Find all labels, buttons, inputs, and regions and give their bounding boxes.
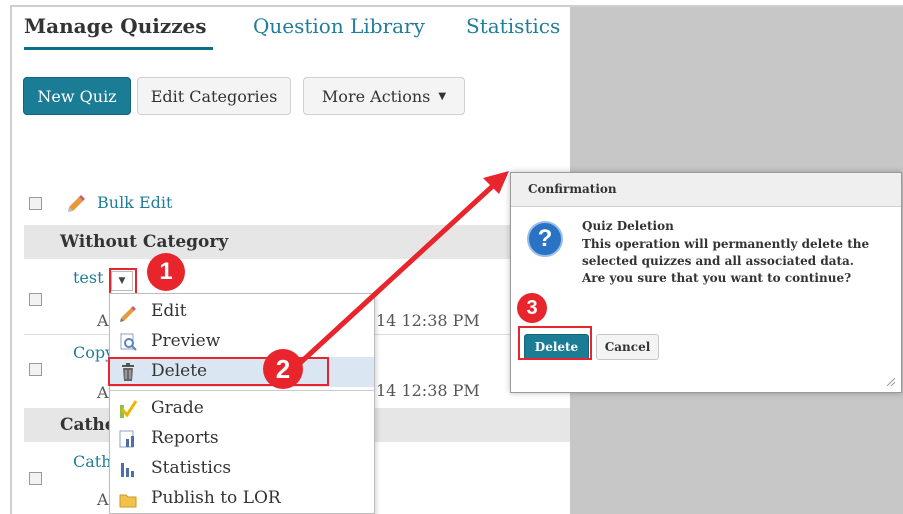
quiz-date-test: 14 12:38 PM bbox=[376, 311, 480, 330]
more-actions-button[interactable]: More Actions ▼ bbox=[303, 77, 465, 115]
quiz-context-menu: Edit Preview Delete Grade Reports Statis… bbox=[109, 293, 375, 514]
folder-icon bbox=[119, 494, 137, 508]
cancel-label: Cancel bbox=[604, 340, 651, 354]
menu-item-publish-lor[interactable]: Publish to LOR bbox=[110, 484, 374, 514]
annotation-highlight-dropdown bbox=[109, 268, 137, 295]
pencil-icon bbox=[120, 306, 136, 322]
edit-categories-label: Edit Categories bbox=[150, 86, 278, 106]
quiz-meta-partial: A bbox=[97, 490, 109, 509]
menu-item-label: Edit bbox=[151, 301, 187, 321]
new-quiz-label: New Quiz bbox=[37, 86, 117, 106]
menu-item-grade[interactable]: Grade bbox=[110, 394, 374, 424]
quiz-meta-partial: A bbox=[97, 311, 109, 330]
chevron-down-icon: ▼ bbox=[438, 90, 447, 102]
quiz-checkbox-copy[interactable] bbox=[29, 363, 42, 376]
tab-manage-quizzes[interactable]: Manage Quizzes bbox=[24, 14, 207, 38]
new-quiz-button[interactable]: New Quiz bbox=[23, 77, 131, 115]
active-tab-indicator bbox=[24, 47, 213, 50]
menu-item-label: Statistics bbox=[151, 458, 232, 478]
edit-categories-button[interactable]: Edit Categories bbox=[137, 77, 291, 115]
tab-statistics[interactable]: Statistics bbox=[466, 14, 560, 38]
reports-icon bbox=[119, 430, 134, 448]
category-header-without: Without Category bbox=[24, 225, 570, 259]
quiz-checkbox-test[interactable] bbox=[29, 293, 42, 306]
step-badge-2: 2 bbox=[263, 349, 303, 389]
pencil-eraser-icon bbox=[68, 195, 85, 212]
dialog-header: Confirmation bbox=[511, 173, 901, 207]
bar-chart-icon bbox=[121, 463, 134, 477]
annotation-highlight-confirm-delete bbox=[518, 326, 592, 360]
menu-item-edit[interactable]: Edit bbox=[110, 297, 374, 327]
step-badge-3: 3 bbox=[517, 293, 547, 323]
menu-divider bbox=[110, 390, 374, 391]
dialog-message-line: This operation will permanently delete t… bbox=[582, 237, 870, 251]
quiz-link-test[interactable]: test bbox=[73, 268, 104, 287]
step-badge-1: 1 bbox=[147, 253, 185, 291]
question-icon: ? bbox=[527, 221, 563, 257]
menu-item-reports[interactable]: Reports bbox=[110, 424, 374, 454]
menu-item-label: Grade bbox=[151, 398, 204, 418]
quiz-checkbox-cath[interactable] bbox=[29, 472, 42, 485]
dialog-title: Quiz Deletion bbox=[582, 219, 674, 233]
menu-item-label: Preview bbox=[151, 331, 221, 351]
bulk-edit-link[interactable]: Bulk Edit bbox=[97, 193, 172, 212]
category-title: Without Category bbox=[60, 232, 229, 252]
quiz-link-cath[interactable]: Cath bbox=[73, 452, 112, 471]
dialog-header-title: Confirmation bbox=[528, 182, 617, 196]
cancel-button[interactable]: Cancel bbox=[596, 334, 659, 360]
grade-icon bbox=[120, 400, 138, 418]
menu-item-preview[interactable]: Preview bbox=[110, 327, 374, 357]
screenshot-frame: Manage Quizzes Question Library Statisti… bbox=[0, 0, 903, 514]
dialog-message-line: Are you sure that you want to continue? bbox=[582, 271, 852, 285]
resize-grip-icon[interactable] bbox=[887, 378, 895, 386]
preview-icon bbox=[120, 333, 137, 351]
select-all-checkbox[interactable] bbox=[29, 197, 42, 210]
menu-item-label: Reports bbox=[151, 428, 219, 448]
menu-item-label: Publish to LOR bbox=[151, 488, 281, 508]
more-actions-label: More Actions bbox=[321, 86, 431, 106]
menu-item-statistics[interactable]: Statistics bbox=[110, 454, 374, 484]
dialog-message-line: selected quizzes and all associated data… bbox=[582, 254, 854, 268]
quiz-meta-partial: A bbox=[97, 383, 109, 402]
tab-question-library[interactable]: Question Library bbox=[253, 14, 425, 38]
quiz-date-copy: 14 12:38 PM bbox=[376, 381, 480, 400]
category-title: Cathe bbox=[60, 415, 116, 435]
